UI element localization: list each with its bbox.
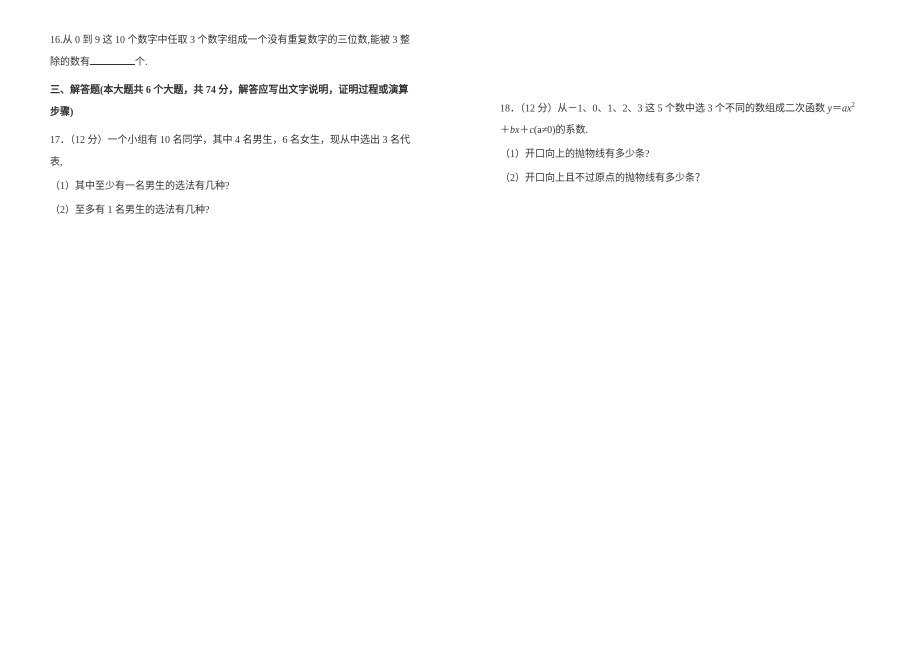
section-3-header: 三、解答题(本大题共 6 个大题，共 74 分，解答应写出文字说明，证明过程或演… — [50, 80, 410, 124]
q18-prefix: 18．（12 分）从－1、0、1、2、3 这 5 个数中选 3 个不同的数组成二… — [500, 103, 828, 114]
q18-main: 18．（12 分）从－1、0、1、2、3 这 5 个数中选 3 个不同的数组成二… — [500, 98, 860, 142]
left-column: 16.从 0 到 9 这 10 个数字中任取 3 个数字组成一个没有重复数字的三… — [50, 30, 410, 620]
right-column: 18．（12 分）从－1、0、1、2、3 这 5 个数中选 3 个不同的数组成二… — [500, 30, 860, 620]
q18-cond: (a≠0) — [534, 125, 556, 136]
question-16: 16.从 0 到 9 这 10 个数字中任取 3 个数字组成一个没有重复数字的三… — [50, 30, 410, 74]
q17-sub2: （2）至多有 1 名男生的选法有几种? — [50, 200, 410, 222]
question-17: 17．（12 分）一个小组有 10 名同学，其中 4 名男生，6 名女生，现从中… — [50, 130, 410, 222]
question-18: 18．（12 分）从－1、0、1、2、3 这 5 个数中选 3 个不同的数组成二… — [500, 98, 860, 190]
q16-text-suffix: 个. — [135, 57, 148, 68]
q18-sub1: （1）开口向上的抛物线有多少条? — [500, 144, 860, 166]
q17-main: 17．（12 分）一个小组有 10 名同学，其中 4 名男生，6 名女生，现从中… — [50, 130, 410, 174]
q16-blank — [90, 55, 135, 65]
q18-eq: ＝ — [832, 103, 842, 114]
q18-sup2: 2 — [851, 101, 855, 109]
q18-plus1: ＋ — [500, 125, 510, 136]
q18-sub2: （2）开口向上且不过原点的抛物线有多少条？ — [500, 168, 860, 190]
q18-suffix: 的系数. — [556, 125, 589, 136]
q18-plus2: ＋ — [519, 125, 529, 136]
q17-sub1: （1）其中至少有一名男生的选法有几种? — [50, 176, 410, 198]
